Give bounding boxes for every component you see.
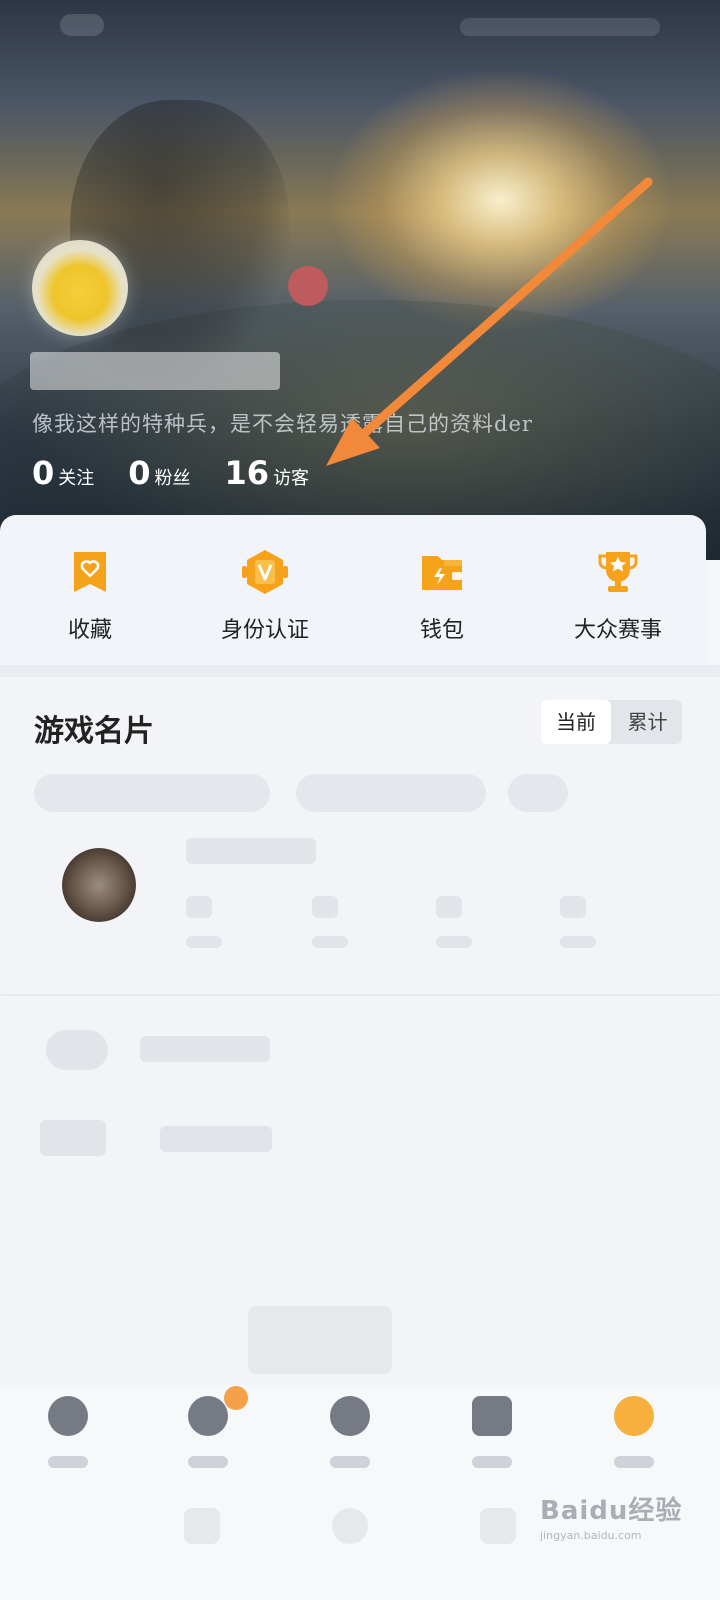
tab-community-badge	[224, 1386, 248, 1410]
watermark-brand: Baidu经验	[540, 1496, 683, 1526]
quick-action-wallet[interactable]: 钱包	[352, 548, 532, 644]
server-tag-blurred[interactable]	[34, 774, 270, 812]
annotation-arrow	[326, 177, 653, 466]
tab-community-label-blurred	[188, 1456, 228, 1468]
quick-action-events-label: 大众赛事	[573, 618, 662, 643]
game-badge-blurred	[46, 1030, 108, 1070]
tab-games-label-blurred	[472, 1456, 512, 1468]
nav-recents-button[interactable]	[480, 1508, 516, 1544]
nav-home-button[interactable]	[332, 1508, 368, 1544]
tab-discover-icon[interactable]	[330, 1396, 370, 1436]
baidu-watermark: Baidu经验 jingyan.baidu.com	[540, 1490, 682, 1542]
role-tag-blurred[interactable]	[296, 774, 486, 812]
quick-action-favorites-label: 收藏	[67, 618, 112, 643]
tab-discover-label-blurred	[330, 1456, 370, 1468]
game-stat-4-label-blurred	[560, 936, 596, 948]
quick-action-events[interactable]: 大众赛事	[528, 548, 708, 644]
game-card-period-toggle: 当前 累计	[541, 700, 682, 744]
tab-games-icon[interactable]	[472, 1396, 512, 1436]
floating-toast-blurred	[248, 1306, 392, 1374]
game-stat-2-blurred	[312, 896, 338, 918]
nav-back-button[interactable]	[184, 1508, 220, 1544]
toggle-current[interactable]: 当前	[541, 700, 611, 744]
bookmark-heart-icon	[74, 552, 106, 592]
toggle-cumulative[interactable]: 累计	[613, 700, 682, 744]
game-card-inner-divider	[0, 994, 720, 996]
game-stat-1-label-blurred	[186, 936, 222, 948]
quick-action-verification-label: 身份认证	[220, 618, 309, 643]
game-position-label-blurred	[40, 1120, 106, 1156]
extra-tag-blurred[interactable]	[508, 774, 568, 812]
game-stat-2-label-blurred	[312, 936, 348, 948]
tab-me-label-blurred	[614, 1456, 654, 1468]
game-stat-3-label-blurred	[436, 936, 472, 948]
game-card-title: 游戏名片	[34, 714, 154, 749]
game-nickname-blurred	[186, 838, 316, 864]
watermark-url: jingyan.baidu.com	[540, 1529, 642, 1542]
wallet-icon	[422, 556, 462, 590]
tab-community-icon[interactable]	[188, 1396, 228, 1436]
game-badge-text-blurred	[140, 1036, 270, 1062]
quick-action-wallet-label: 钱包	[419, 618, 464, 643]
tab-me-icon[interactable]	[614, 1396, 654, 1436]
game-stat-4-blurred	[560, 896, 586, 918]
game-rank-icon	[62, 848, 136, 922]
game-position-text-blurred	[160, 1126, 272, 1152]
trophy-icon	[598, 552, 638, 592]
quick-action-verification[interactable]: 身份认证	[175, 548, 355, 644]
game-stat-1-blurred	[186, 896, 212, 918]
tab-home-icon[interactable]	[48, 1396, 88, 1436]
quick-action-favorites[interactable]: 收藏	[0, 548, 180, 644]
verified-v-icon	[242, 550, 288, 594]
game-stat-3-blurred	[436, 896, 462, 918]
tab-home-label-blurred	[48, 1456, 88, 1468]
section-divider	[0, 665, 720, 677]
